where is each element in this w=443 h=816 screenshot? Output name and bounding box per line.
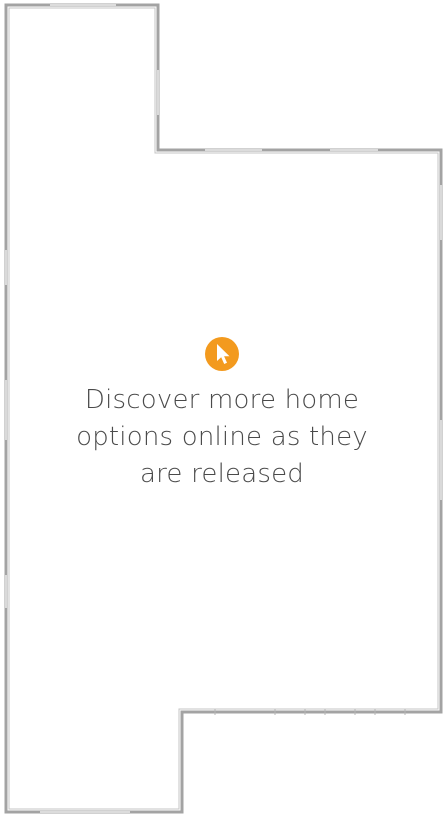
discover-message-text: Discover more home options online as the…: [76, 385, 368, 489]
cursor-pointer-icon[interactable]: [204, 336, 240, 372]
discover-message[interactable]: Discover more home options online as the…: [60, 336, 384, 493]
